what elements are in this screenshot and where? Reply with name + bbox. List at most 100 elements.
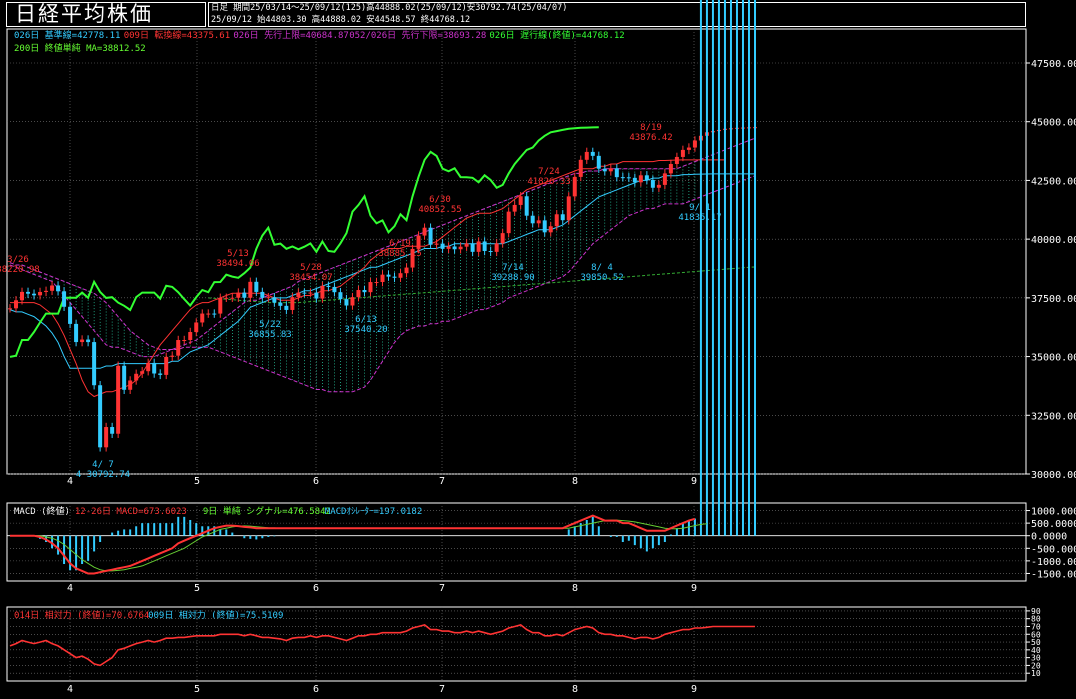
candle-body bbox=[626, 177, 631, 179]
annotation-date-label: 8/19 bbox=[640, 123, 662, 133]
candle-body bbox=[50, 285, 55, 291]
month-label: 9 bbox=[691, 583, 697, 594]
candle-body bbox=[20, 291, 25, 301]
macd-legend-item: 9日 単純 シグナル=476.5842 bbox=[203, 505, 331, 517]
candle-body bbox=[338, 292, 343, 300]
annotation-value-label: 38885.15 bbox=[378, 249, 421, 259]
candle-body bbox=[554, 214, 559, 227]
candle-body bbox=[482, 241, 487, 252]
candle-body bbox=[440, 243, 445, 249]
candle-body bbox=[446, 246, 451, 249]
candle-body bbox=[380, 274, 385, 283]
candle-body bbox=[398, 273, 403, 278]
candle-body bbox=[680, 149, 685, 157]
candle-body bbox=[146, 362, 151, 372]
candle-body bbox=[176, 340, 181, 356]
candle-body bbox=[152, 362, 157, 374]
macd-legend-item: MACD (終値) bbox=[14, 505, 70, 517]
candle-body bbox=[578, 159, 583, 177]
candle-body bbox=[356, 290, 361, 298]
candle-body bbox=[614, 168, 619, 178]
candle-body bbox=[56, 285, 61, 292]
macd-tick-label: -1000.0000 bbox=[1031, 557, 1076, 568]
candle-body bbox=[44, 290, 49, 292]
candle-body bbox=[266, 297, 271, 299]
macd-tick-label: 500.0000 bbox=[1031, 519, 1076, 530]
candle-body bbox=[14, 300, 19, 309]
price-tick-label: 45000.00 bbox=[1031, 118, 1076, 129]
rsi-legend-item: 009日 相対力 (終値)=75.5109 bbox=[148, 609, 283, 621]
candle-body bbox=[218, 297, 223, 314]
ma-legend-item: 200日 終値単純 MA=38812.52 bbox=[14, 42, 146, 54]
annotation-value-label: 41826.33 bbox=[527, 177, 570, 187]
candle-body bbox=[260, 291, 265, 298]
candle-body bbox=[644, 175, 649, 180]
price-tick-label: 32500.00 bbox=[1031, 411, 1076, 422]
candle-body bbox=[278, 302, 283, 306]
month-label: 7 bbox=[439, 583, 445, 594]
candle-body bbox=[170, 355, 175, 357]
candle-body bbox=[332, 286, 337, 293]
annotation-value-label: 43876.42 bbox=[629, 133, 672, 143]
candle-body bbox=[230, 297, 235, 299]
candle-body bbox=[584, 151, 589, 160]
macd-legend-item: MACDｵｼﾚｰﾀｰ=197.0182 bbox=[325, 506, 422, 517]
price-tick-label: 35000.00 bbox=[1031, 353, 1076, 364]
candle-body bbox=[536, 220, 541, 224]
candle-body bbox=[404, 267, 409, 274]
candle-body bbox=[668, 163, 673, 174]
price-tick-label: 47500.00 bbox=[1031, 59, 1076, 70]
candle-body bbox=[362, 290, 367, 293]
candle-body bbox=[308, 292, 313, 294]
candle-body bbox=[350, 297, 355, 306]
annotation-value-label: 39288.90 bbox=[491, 273, 534, 283]
annotation-date-label: 6/19 bbox=[389, 239, 411, 249]
month-label: 8 bbox=[572, 684, 578, 695]
month-label: 7 bbox=[439, 476, 445, 487]
macd-tick-label: 0.0000 bbox=[1031, 532, 1067, 543]
candle-body bbox=[602, 168, 607, 172]
month-label: 8 bbox=[572, 476, 578, 487]
macd-tick-label: 1000.0000 bbox=[1031, 507, 1076, 518]
candle-body bbox=[32, 293, 37, 296]
candle-body bbox=[80, 339, 85, 343]
candle-body bbox=[188, 332, 193, 341]
candle-body bbox=[632, 177, 637, 183]
price-tick-label: 42500.00 bbox=[1031, 176, 1076, 187]
candle-body bbox=[206, 313, 211, 315]
candle-body bbox=[326, 285, 331, 287]
candle-body bbox=[104, 427, 109, 448]
rsi-tick-label: 10 bbox=[1031, 669, 1041, 678]
price-legend-item: 009日 転換線=43375.61 bbox=[124, 29, 230, 41]
annotation-value-label: 4 30792.74 bbox=[76, 470, 130, 480]
annotation-date-label: 5/13 bbox=[227, 249, 249, 259]
candle-body bbox=[494, 243, 499, 252]
price-tick-label: 37500.00 bbox=[1031, 294, 1076, 305]
candle-body bbox=[8, 308, 12, 310]
candle-body bbox=[464, 243, 469, 247]
candle-body bbox=[506, 211, 511, 234]
annotation-date-label: 7/24 bbox=[538, 167, 560, 177]
candle-body bbox=[38, 291, 43, 296]
candle-body bbox=[26, 291, 31, 294]
month-label: 5 bbox=[194, 476, 200, 487]
candle-body bbox=[674, 156, 679, 164]
candle-body bbox=[290, 297, 295, 310]
candle-body bbox=[272, 297, 277, 303]
candle-body bbox=[638, 175, 643, 183]
candle-body bbox=[470, 243, 475, 252]
month-label: 6 bbox=[313, 583, 319, 594]
candle-body bbox=[74, 323, 79, 343]
price-legend-item: 026日 遅行線(終値)=44768.12 bbox=[489, 29, 624, 41]
candle-body bbox=[98, 385, 103, 448]
annotation-date-label: 4/ 7 bbox=[92, 460, 114, 470]
candle-body bbox=[68, 306, 73, 324]
price-tick-label: 30000.00 bbox=[1031, 470, 1076, 481]
annotation-date-label: 6/13 bbox=[355, 315, 377, 325]
month-label: 4 bbox=[67, 684, 73, 695]
chikou-line bbox=[9, 126, 599, 358]
candle-body bbox=[428, 227, 433, 245]
candle-body bbox=[434, 243, 439, 245]
macd-tick-label: -1500.0000 bbox=[1031, 569, 1076, 580]
annotation-date-label: 8/ 4 bbox=[591, 263, 613, 273]
